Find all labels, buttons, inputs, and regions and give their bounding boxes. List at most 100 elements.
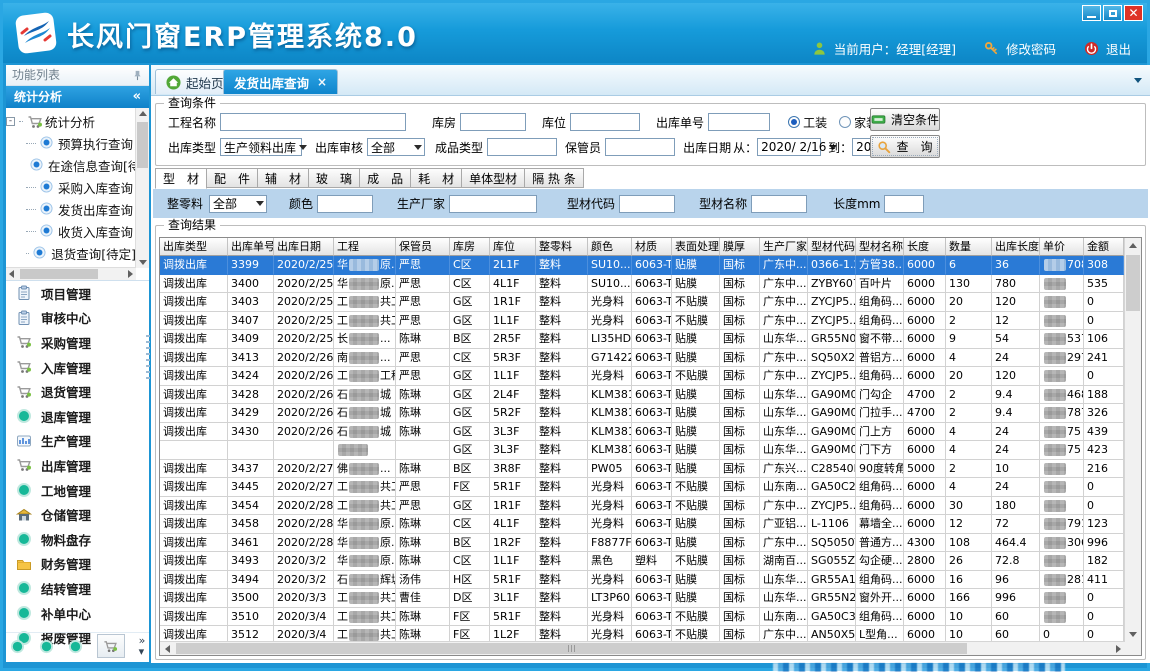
table-row[interactable]: 调拨出库34612020/2/28华原...陈琳B区1R2F整料F8877FT6… bbox=[160, 534, 1125, 553]
grid-hscroll-thumb[interactable] bbox=[176, 643, 967, 654]
order-no-input[interactable] bbox=[708, 113, 770, 131]
column-header[interactable]: 长度 bbox=[904, 238, 946, 256]
color-input[interactable] bbox=[317, 195, 373, 213]
column-header[interactable]: 出库日期 bbox=[274, 238, 334, 256]
sidebar-item-采购管理[interactable]: 采购管理 bbox=[6, 330, 149, 355]
sidebar-item-生产管理[interactable]: 生产管理 bbox=[6, 429, 149, 454]
sidebar-item-工地管理[interactable]: 工地管理 bbox=[6, 478, 149, 503]
pin-icon[interactable] bbox=[132, 70, 143, 81]
table-row[interactable]: 调拨出库34032020/2/25工共工程严思G区1R1F整料光身料6063-T… bbox=[160, 293, 1125, 312]
scroll-up-button[interactable] bbox=[1125, 238, 1141, 253]
table-row[interactable]: 调拨出库33992020/2/25华原...严思C区2L1F整料SU10...6… bbox=[160, 256, 1125, 275]
column-header[interactable]: 保管员 bbox=[396, 238, 450, 256]
column-header[interactable]: 单价 bbox=[1040, 238, 1084, 256]
column-header[interactable]: 型材名称 bbox=[856, 238, 904, 256]
table-row[interactable]: 调拨出库34372020/2/27佛...陈琳B区3R8F整料PW056063-… bbox=[160, 460, 1125, 479]
table-row[interactable]: 调拨出库34282020/2/26石城陈琳G区2L4F整料KLM38176063… bbox=[160, 386, 1125, 405]
close-button[interactable]: ✕ bbox=[1124, 5, 1143, 21]
table-row[interactable]: 调拨出库34302020/2/26石城陈琳G区3L3F整料KLM38176063… bbox=[160, 423, 1125, 442]
tree-horizontal-scrollbar[interactable] bbox=[6, 267, 136, 280]
profile-name-input[interactable] bbox=[751, 195, 807, 213]
table-row[interactable]: 调拨出库34132020/2/26南...严思C区5R3F整料G71422606… bbox=[160, 349, 1125, 368]
column-header[interactable]: 工程 bbox=[334, 238, 396, 256]
table-row[interactable]: 调拨出库34942020/3/2石辉城汤伟H区5R1F整料光身料6063-T5贴… bbox=[160, 571, 1125, 590]
tree-vscroll-thumb[interactable] bbox=[137, 122, 148, 168]
sidebar-item-补单中心[interactable]: 补单中心 bbox=[6, 601, 149, 626]
table-row[interactable]: 调拨出库34582020/2/28华原...陈琳C区4L1F整料光身料6063-… bbox=[160, 515, 1125, 534]
tree-item[interactable]: 退货查询[待定] bbox=[6, 242, 136, 264]
profile-code-input[interactable] bbox=[619, 195, 675, 213]
column-header[interactable]: 出库单号 bbox=[228, 238, 274, 256]
sidebar-item-项目管理[interactable]: 项目管理 bbox=[6, 281, 149, 306]
sidebar-item-仓储管理[interactable]: 仓储管理 bbox=[6, 502, 149, 527]
table-row[interactable]: 调拨出库34932020/3/2华原...陈琳C区1L1F整料黑色塑料不贴膜国标… bbox=[160, 552, 1125, 571]
tab-close-icon[interactable]: × bbox=[317, 75, 327, 89]
circle-icon[interactable] bbox=[68, 639, 83, 654]
tree-item[interactable]: 预算执行查询 bbox=[6, 132, 136, 154]
material-tab-7[interactable]: 单体型材 bbox=[461, 168, 525, 188]
table-row[interactable]: 调拨出库34292020/2/26石城陈琳G区5R2F整料KLM38176063… bbox=[160, 404, 1125, 423]
table-row[interactable]: 调拨出库34452020/2/27工共工程严思F区5R1F整料光身料6063-T… bbox=[160, 478, 1125, 497]
search-button[interactable]: 查 询 bbox=[870, 135, 940, 158]
tab-list-dropdown-icon[interactable] bbox=[1134, 78, 1142, 83]
stats-group-header[interactable]: 统计分析 « bbox=[6, 86, 149, 108]
overflow-chevron[interactable]: »▾ bbox=[139, 635, 146, 657]
column-header[interactable]: 整零料 bbox=[536, 238, 588, 256]
tab-shipping-query[interactable]: 发货出库查询 × bbox=[223, 69, 338, 94]
scroll-right-button[interactable] bbox=[1111, 642, 1125, 655]
sidebar-item-审核中心[interactable]: 审核中心 bbox=[6, 306, 149, 331]
column-header[interactable]: 颜色 bbox=[588, 238, 632, 256]
material-tab-8[interactable]: 隔 热 条 bbox=[524, 168, 584, 188]
table-row[interactable]: 调拨出库34242020/2/26工工程严思G区1L1F整料光身料6063-T5… bbox=[160, 367, 1125, 386]
material-tab-3[interactable]: 辅 材 bbox=[257, 168, 309, 188]
circle-icon[interactable] bbox=[10, 639, 25, 654]
change-password-link[interactable]: 修改密码 bbox=[1006, 39, 1056, 58]
date-from-picker[interactable]: 2020/ 2/16 bbox=[757, 138, 821, 156]
table-row[interactable]: 调拨出库35002020/3/3工共工程曹佳D区3L1F整料LT3P606063… bbox=[160, 589, 1125, 608]
table-row[interactable]: 调拨出库34092020/2/25长...陈琳B区2R5F整料LI35HD606… bbox=[160, 330, 1125, 349]
tree-hscroll-thumb[interactable] bbox=[20, 269, 98, 279]
material-tab-1[interactable]: 型 材 bbox=[155, 168, 207, 189]
column-header[interactable]: 膜厚 bbox=[720, 238, 760, 256]
tree-expander-icon[interactable]: - bbox=[6, 117, 15, 126]
material-tab-5[interactable]: 成 品 bbox=[359, 168, 411, 188]
tree-item[interactable]: 收货入库查询 bbox=[6, 220, 136, 242]
column-header[interactable]: 金额 bbox=[1084, 238, 1124, 256]
column-header[interactable]: 数量 bbox=[946, 238, 992, 256]
material-tab-4[interactable]: 玻 璃 bbox=[308, 168, 360, 188]
tree-item[interactable]: 在途信息查询[待 bbox=[6, 154, 136, 176]
material-tab-2[interactable]: 配 件 bbox=[206, 168, 258, 188]
sidebar-splitter[interactable] bbox=[146, 335, 150, 381]
sidebar-item-结转管理[interactable]: 结转管理 bbox=[6, 576, 149, 601]
column-header[interactable]: 型材代码 bbox=[808, 238, 856, 256]
radio-jiazhuang[interactable] bbox=[839, 116, 851, 128]
sidebar-item-财务管理[interactable]: 财务管理 bbox=[6, 552, 149, 577]
product-type-input[interactable] bbox=[487, 138, 557, 156]
audit-select[interactable]: 全部 bbox=[367, 138, 425, 156]
sidebar-item-物料盘存[interactable]: 物料盘存 bbox=[6, 527, 149, 552]
table-row[interactable]: 调拨出库34002020/2/25华原...严思C区4L1F整料SU10...6… bbox=[160, 275, 1125, 294]
table-row[interactable]: 调拨出库35122020/3/4工共工程陈琳F区1L2F整料光身料6063-T5… bbox=[160, 626, 1125, 642]
out-type-select[interactable]: 生产领料出库 bbox=[220, 138, 302, 156]
column-header[interactable]: 库房 bbox=[450, 238, 490, 256]
column-header[interactable]: 库位 bbox=[490, 238, 536, 256]
table-row[interactable]: 调拨出库34072020/2/25工共工程严思G区1L1F整料光身料6063-T… bbox=[160, 312, 1125, 331]
sidebar-item-退货管理[interactable]: 退货管理 bbox=[6, 379, 149, 404]
column-header[interactable]: 出库长度 bbox=[992, 238, 1040, 256]
tree-item[interactable]: 采购入库查询 bbox=[6, 176, 136, 198]
manufacturer-input[interactable] bbox=[449, 195, 537, 213]
minimize-button[interactable] bbox=[1082, 5, 1101, 21]
cart-icon[interactable] bbox=[97, 634, 125, 658]
tree-item[interactable]: 发货出库查询 bbox=[6, 198, 136, 220]
column-header[interactable]: 材质 bbox=[632, 238, 672, 256]
grid-vertical-scrollbar[interactable] bbox=[1124, 238, 1141, 642]
location-input[interactable] bbox=[570, 113, 640, 131]
grid-vscroll-thumb[interactable] bbox=[1126, 255, 1140, 311]
radio-gongzhuang-label[interactable]: 工装 bbox=[803, 114, 827, 131]
column-header[interactable]: 生产厂家 bbox=[760, 238, 808, 256]
sidebar-item-入库管理[interactable]: 入库管理 bbox=[6, 355, 149, 380]
table-row[interactable]: 调拨出库35102020/3/4工共工程陈琳F区5R1F整料光身料6063-T5… bbox=[160, 608, 1125, 627]
column-header[interactable]: 表面处理 bbox=[672, 238, 720, 256]
material-tab-6[interactable]: 耗 材 bbox=[410, 168, 462, 188]
radio-gongzhuang[interactable] bbox=[788, 116, 800, 128]
